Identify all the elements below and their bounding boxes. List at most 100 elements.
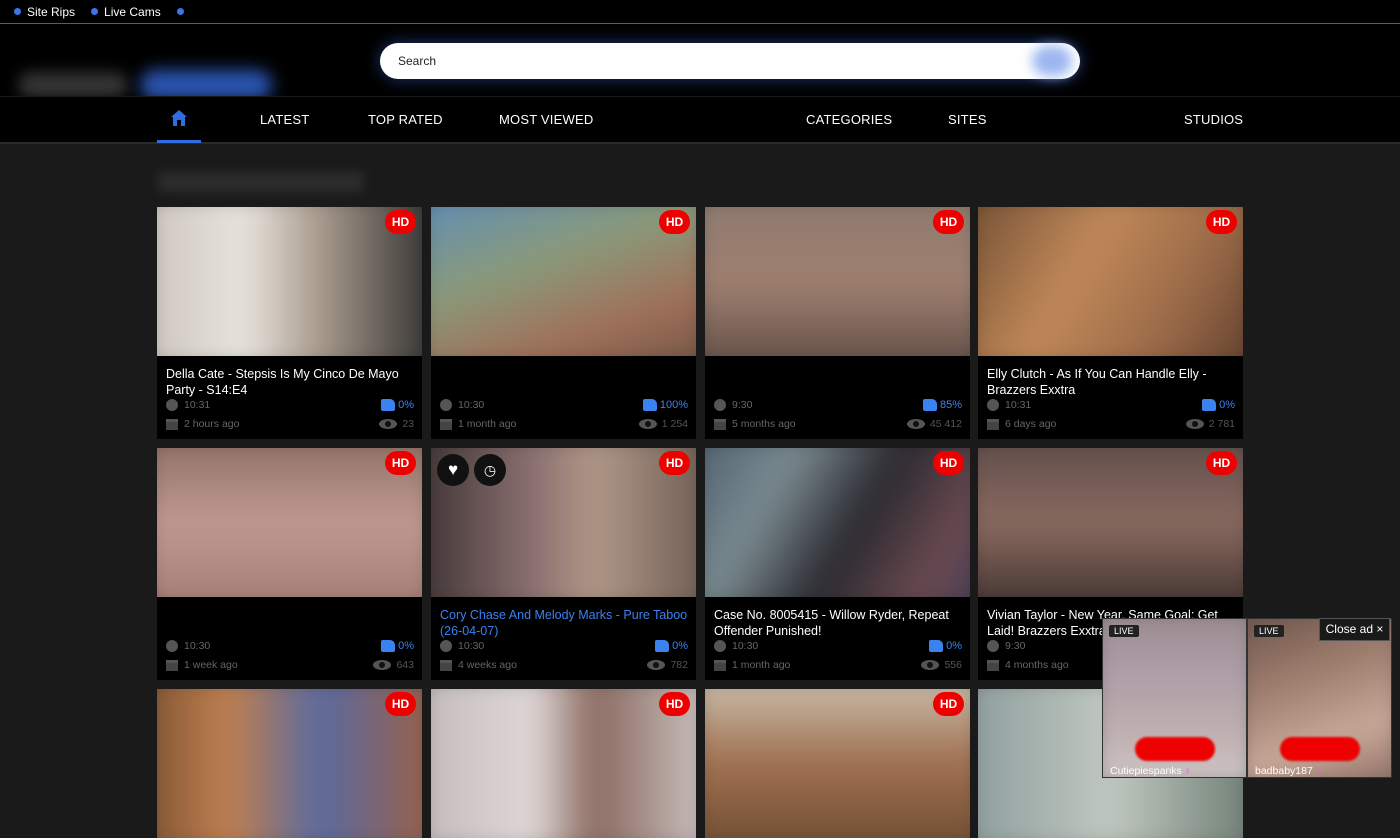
section-heading	[158, 172, 364, 192]
female-icon: ♀	[1314, 766, 1323, 777]
top-bar: Site Rips Live Cams	[0, 0, 1400, 24]
tab-most-viewed[interactable]: MOST VIEWED	[499, 97, 593, 143]
dot-icon	[91, 8, 99, 15]
video-age: 1 week ago	[184, 659, 238, 671]
home-tab[interactable]	[157, 97, 201, 143]
watch-live-button[interactable]	[1280, 737, 1360, 761]
hd-badge: HD	[385, 210, 416, 234]
eye-icon	[638, 419, 657, 429]
calendar-icon	[714, 418, 726, 430]
clock-icon	[714, 640, 726, 652]
video-thumbnail[interactable]: HD	[978, 207, 1243, 356]
live-cam-ad[interactable]: LIVE badbaby187 ♀	[1247, 618, 1392, 778]
thumbs-up-icon	[381, 399, 396, 411]
thumbs-up-icon	[655, 640, 670, 652]
video-thumbnail[interactable]: ♥ ◷ HD	[431, 448, 696, 597]
thumbs-up-icon	[1202, 399, 1217, 411]
dot-icon	[14, 8, 21, 15]
video-views: 782	[670, 659, 688, 671]
video-rating: 0%	[672, 640, 688, 652]
video-card[interactable]: HD	[157, 689, 422, 838]
live-cams-link[interactable]: Live Cams	[91, 5, 161, 19]
clock-icon	[440, 640, 452, 652]
hd-badge: HD	[385, 451, 416, 475]
video-thumbnail[interactable]: HD	[431, 689, 696, 838]
tab-latest[interactable]: LATEST	[260, 97, 309, 143]
video-card[interactable]: ♥ ◷ HD Cory Chase And Melody Marks - Pur…	[431, 448, 696, 680]
logo[interactable]	[18, 72, 128, 98]
video-card[interactable]: HD	[431, 689, 696, 838]
video-card[interactable]: HD	[705, 689, 970, 838]
video-card[interactable]: HD 10:30 0% 1 week ago 643	[157, 448, 422, 680]
thumbs-up-icon	[642, 399, 657, 411]
hd-badge: HD	[933, 451, 964, 475]
video-card[interactable]: HD 9:30 85% 5 months ago 45 412	[705, 207, 970, 439]
video-title[interactable]: Case No. 8005415 - Willow Ryder, Repeat …	[714, 607, 962, 639]
home-icon	[171, 110, 187, 126]
video-age: 6 days ago	[1005, 418, 1057, 430]
calendar-icon	[987, 659, 999, 671]
video-title[interactable]: Della Cate - Stepsis Is My Cinco De Mayo…	[166, 366, 414, 398]
thumbs-up-icon	[929, 640, 944, 652]
extra-link[interactable]	[176, 8, 190, 15]
video-thumbnail[interactable]: HD	[978, 448, 1243, 597]
hd-badge: HD	[933, 210, 964, 234]
video-card[interactable]: HD 10:30 100% 1 month ago 1 254	[431, 207, 696, 439]
video-card[interactable]: HD Case No. 8005415 - Willow Ryder, Repe…	[705, 448, 970, 680]
female-icon: ♀	[1183, 766, 1192, 777]
search-box	[380, 43, 1080, 79]
video-duration: 10:30	[184, 640, 211, 652]
video-rating: 0%	[398, 640, 414, 652]
site-rips-link[interactable]: Site Rips	[14, 5, 75, 19]
video-age: 4 weeks ago	[458, 659, 517, 671]
video-views: 2 781	[1208, 418, 1235, 430]
close-ad-button[interactable]: Close ad ×	[1319, 618, 1390, 641]
eye-icon	[373, 660, 392, 670]
live-badge: LIVE	[1109, 625, 1139, 637]
video-title[interactable]: Cory Chase And Melody Marks - Pure Taboo…	[440, 607, 688, 639]
video-views: 23	[402, 418, 414, 430]
favorite-button[interactable]: ♥	[437, 454, 469, 486]
video-card[interactable]: HD Della Cate - Stepsis Is My Cinco De M…	[157, 207, 422, 439]
clock-icon	[166, 399, 178, 411]
video-duration: 10:30	[732, 640, 759, 652]
video-card[interactable]: HD Elly Clutch - As If You Can Handle El…	[978, 207, 1243, 439]
video-age: 4 months ago	[1005, 659, 1069, 671]
video-rating: 0%	[946, 640, 962, 652]
video-title[interactable]: Elly Clutch - As If You Can Handle Elly …	[987, 366, 1235, 398]
video-thumbnail[interactable]: HD	[705, 689, 970, 838]
video-thumbnail[interactable]: HD	[157, 448, 422, 597]
hd-badge: HD	[659, 692, 690, 716]
video-thumbnail[interactable]: HD	[705, 448, 970, 597]
hd-badge: HD	[1206, 210, 1237, 234]
tab-top-rated[interactable]: TOP RATED	[368, 97, 443, 143]
tab-sites[interactable]: SITES	[948, 97, 987, 143]
tab-categories[interactable]: CATEGORIES	[806, 97, 892, 143]
watch-later-button[interactable]: ◷	[474, 454, 506, 486]
clock-icon: ◷	[483, 462, 497, 478]
clock-icon	[166, 640, 178, 652]
eye-icon	[647, 660, 666, 670]
thumbs-up-icon	[922, 399, 937, 411]
search-button[interactable]	[1032, 46, 1072, 76]
video-age: 2 hours ago	[184, 418, 240, 430]
watch-live-button[interactable]	[1135, 737, 1215, 761]
calendar-icon	[166, 659, 178, 671]
cam-username: badbaby187	[1255, 765, 1313, 777]
calendar-icon	[166, 418, 178, 430]
video-views: 556	[944, 659, 962, 671]
live-cam-ad[interactable]: LIVE Cutiepiespanks ♀	[1102, 618, 1247, 778]
video-thumbnail[interactable]: HD	[431, 207, 696, 356]
eye-icon	[906, 419, 925, 429]
calendar-icon	[440, 659, 452, 671]
video-thumbnail[interactable]: HD	[157, 689, 422, 838]
cam-username: Cutiepiespanks	[1110, 765, 1182, 777]
main-nav: LATEST TOP RATED MOST VIEWED CATEGORIES …	[0, 96, 1400, 144]
video-age: 5 months ago	[732, 418, 796, 430]
video-duration: 10:30	[458, 399, 485, 411]
tab-studios[interactable]: STUDIOS	[1184, 97, 1243, 143]
video-thumbnail[interactable]: HD	[157, 207, 422, 356]
video-thumbnail[interactable]: HD	[705, 207, 970, 356]
thumbs-up-icon	[381, 640, 396, 652]
search-input[interactable]	[380, 43, 980, 79]
